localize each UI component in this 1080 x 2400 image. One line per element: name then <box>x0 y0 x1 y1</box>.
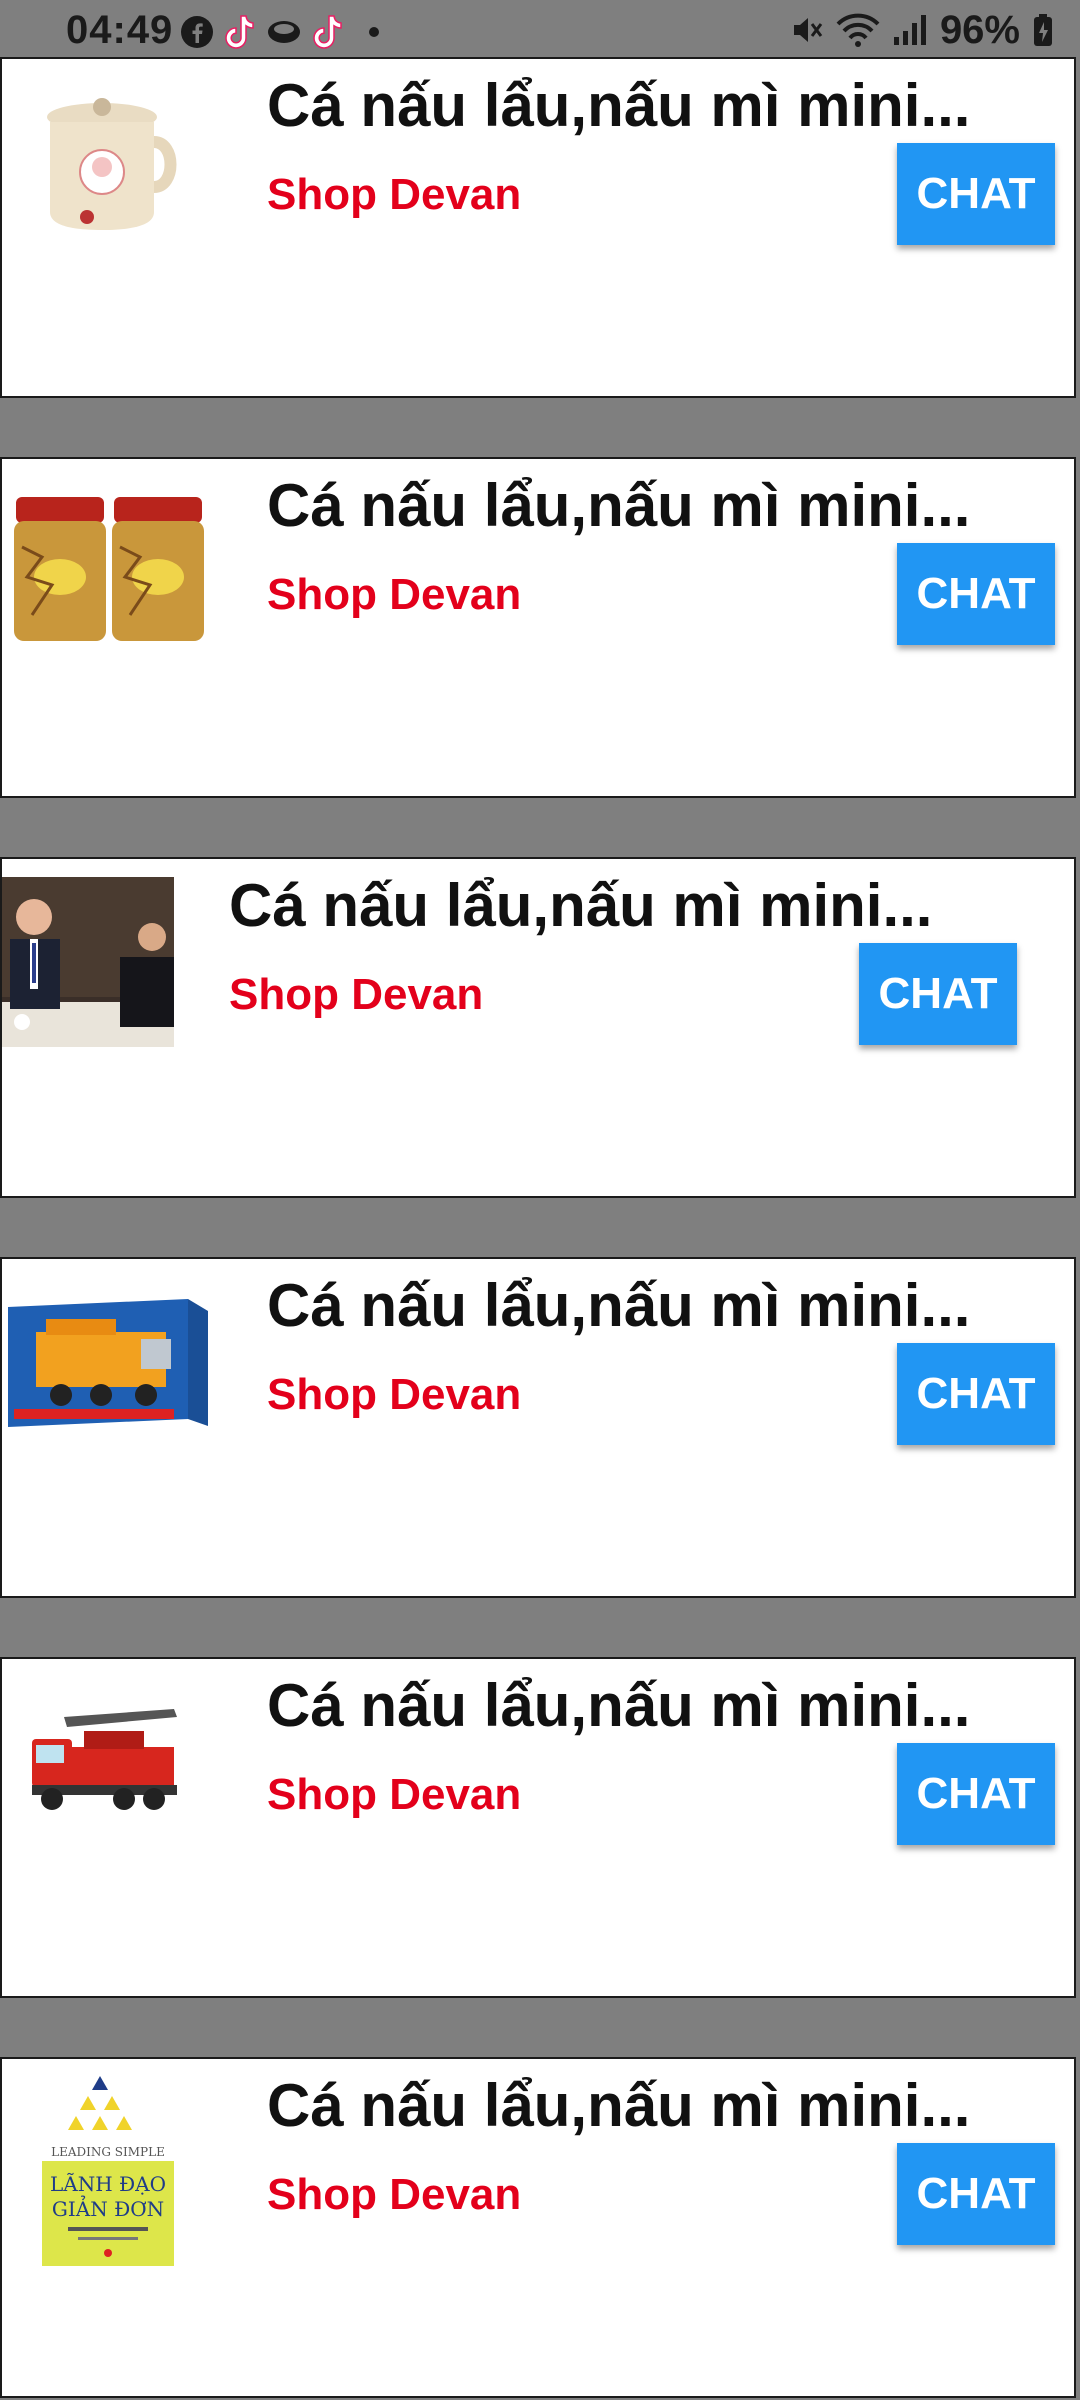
toy-crane-truck-box-image <box>6 1277 211 1452</box>
book-title-line2: GIẢN ĐƠN <box>52 2195 164 2221</box>
chat-button[interactable]: CHAT <box>897 1343 1055 1445</box>
messenger-icon <box>268 21 300 43</box>
tiktok-icon <box>225 15 254 49</box>
shop-name: Shop Devan <box>267 2170 522 2219</box>
battery-charging-icon <box>1034 14 1052 46</box>
facebook-icon <box>181 16 213 48</box>
product-card[interactable]: Cá nấu lẩu,nấu mì mini... Shop Devan CHA… <box>0 57 1076 398</box>
system-icons: 96% <box>790 8 1054 52</box>
dot-icon <box>369 27 379 37</box>
tiktok-icon <box>313 15 342 49</box>
shop-name: Shop Devan <box>267 1370 522 1419</box>
status-bar: 04:49 96% <box>0 0 1080 58</box>
dinner-people-photo <box>2 877 174 1047</box>
chat-button[interactable]: CHAT <box>859 943 1017 1045</box>
shop-name: Shop Devan <box>267 170 522 219</box>
product-card[interactable]: Cá nấu lẩu,nấu mì mini... Shop Devan CHA… <box>0 1257 1076 1598</box>
mute-icon <box>793 18 823 42</box>
notification-icons <box>180 12 384 52</box>
chat-button[interactable]: CHAT <box>897 2143 1055 2245</box>
product-card[interactable]: LEADING SIMPLE LÃNH ĐẠO GIẢN ĐƠN Cá nấu … <box>0 2057 1076 2398</box>
product-title: Cá nấu lẩu,nấu mì mini... <box>267 72 971 139</box>
signal-icon <box>893 15 926 45</box>
product-title: Cá nấu lẩu,nấu mì mini... <box>267 1272 971 1339</box>
chat-button[interactable]: CHAT <box>897 1743 1055 1845</box>
status-time: 04:49 <box>66 8 174 52</box>
product-card[interactable]: Cá nấu lẩu,nấu mì mini... Shop Devan CHA… <box>0 857 1076 1198</box>
chat-button[interactable]: CHAT <box>897 543 1055 645</box>
shop-name: Shop Devan <box>267 570 522 619</box>
shop-name: Shop Devan <box>267 1770 522 1819</box>
product-title: Cá nấu lẩu,nấu mì mini... <box>267 1672 971 1739</box>
book-title-line1: LÃNH ĐẠO <box>50 2172 166 2196</box>
product-card[interactable]: Cá nấu lẩu,nấu mì mini... Shop Devan CHA… <box>0 1657 1076 1998</box>
toy-fire-truck-image <box>24 1677 194 1852</box>
product-title: Cá nấu lẩu,nấu mì mini... <box>267 472 971 539</box>
book-subtitle: LEADING SIMPLE <box>51 2145 165 2159</box>
product-title: Cá nấu lẩu,nấu mì mini... <box>229 872 933 939</box>
shop-name: Shop Devan <box>229 970 484 1019</box>
snack-jars-image <box>10 477 210 652</box>
battery-percentage: 96% <box>939 7 1020 52</box>
book-cover-image: LEADING SIMPLE LÃNH ĐẠO GIẢN ĐƠN <box>38 2061 178 2271</box>
product-card[interactable]: Cá nấu lẩu,nấu mì mini... Shop Devan CHA… <box>0 457 1076 798</box>
electric-cooker-image <box>22 77 197 252</box>
chat-button[interactable]: CHAT <box>897 143 1055 245</box>
wifi-icon <box>836 13 880 47</box>
product-title: Cá nấu lẩu,nấu mì mini... <box>267 2072 971 2139</box>
